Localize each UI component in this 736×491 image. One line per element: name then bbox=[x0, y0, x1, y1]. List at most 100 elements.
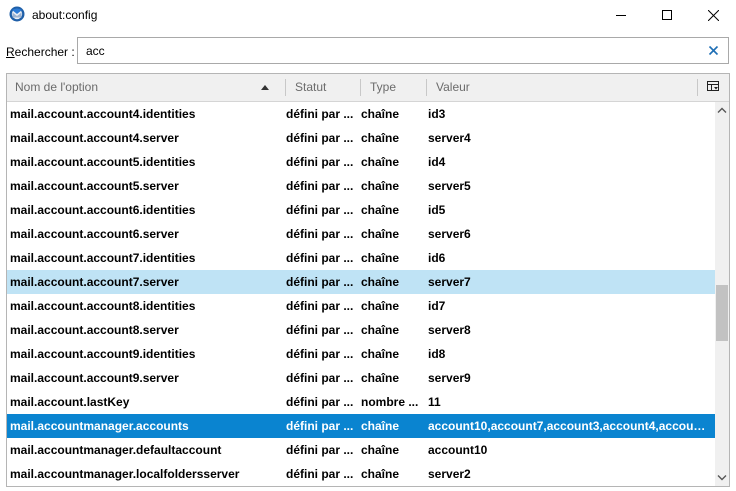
type-cell: chaîne bbox=[361, 131, 400, 145]
option-name-cell: mail.accountmanager.localfoldersserver bbox=[10, 467, 240, 481]
close-icon bbox=[707, 9, 719, 21]
option-name-cell: mail.account.account7.identities bbox=[10, 251, 196, 265]
scroll-down-arrow-icon[interactable] bbox=[717, 474, 727, 482]
value-cell: 11 bbox=[428, 395, 441, 409]
table-row[interactable]: mail.account.account7.identities défini p… bbox=[7, 246, 715, 270]
table-row[interactable]: mail.account.account6.server défini par .… bbox=[7, 222, 715, 246]
table-row[interactable]: mail.account.account5.identities défini p… bbox=[7, 150, 715, 174]
table-row[interactable]: mail.accountmanager.defaultaccount défini… bbox=[7, 438, 715, 462]
table-row[interactable]: mail.account.account9.server défini par .… bbox=[7, 366, 715, 390]
column-separator[interactable] bbox=[426, 79, 427, 96]
type-cell: nombre ... bbox=[361, 395, 419, 409]
search-box[interactable] bbox=[77, 37, 729, 64]
value-cell: server8 bbox=[428, 323, 471, 337]
tree-rows: mail.account.account4.identities défini p… bbox=[7, 102, 715, 486]
type-cell: chaîne bbox=[361, 443, 400, 457]
status-cell: défini par ... bbox=[286, 443, 354, 457]
table-row[interactable]: mail.account.account9.identities défini p… bbox=[7, 342, 715, 366]
search-label: Rechercher : bbox=[6, 45, 75, 59]
scrollbar-thumb[interactable] bbox=[716, 285, 728, 341]
type-cell: chaîne bbox=[361, 227, 400, 241]
search-row: Rechercher : bbox=[0, 36, 736, 66]
maximize-button[interactable] bbox=[644, 0, 690, 30]
option-name-cell: mail.account.account4.server bbox=[10, 131, 179, 145]
type-cell: chaîne bbox=[361, 419, 400, 433]
table-row[interactable]: mail.account.account8.server défini par .… bbox=[7, 318, 715, 342]
sort-ascending-icon bbox=[261, 85, 269, 90]
vertical-scrollbar[interactable] bbox=[715, 102, 729, 486]
type-cell: chaîne bbox=[361, 275, 400, 289]
value-cell: id6 bbox=[428, 251, 446, 265]
value-cell: id3 bbox=[428, 107, 446, 121]
status-cell: défini par ... bbox=[286, 467, 354, 481]
option-name-cell: mail.account.lastKey bbox=[10, 395, 130, 409]
column-header-name-label: Nom de l'option bbox=[15, 80, 99, 94]
status-cell: défini par ... bbox=[286, 419, 354, 433]
column-separator[interactable] bbox=[697, 79, 698, 96]
thunderbird-icon bbox=[9, 6, 25, 22]
tree-header: Nom de l'option Statut Type Valeur bbox=[7, 74, 729, 102]
value-cell: id8 bbox=[428, 347, 446, 361]
value-cell: server4 bbox=[428, 131, 471, 145]
value-cell: id5 bbox=[428, 203, 446, 217]
type-cell: chaîne bbox=[361, 299, 400, 313]
search-input[interactable] bbox=[86, 43, 686, 59]
close-button[interactable] bbox=[690, 0, 736, 30]
status-cell: défini par ... bbox=[286, 275, 354, 289]
status-cell: défini par ... bbox=[286, 179, 354, 193]
config-tree: Nom de l'option Statut Type Valeur mail.… bbox=[6, 73, 730, 487]
type-cell: chaîne bbox=[361, 251, 400, 265]
option-name-cell: mail.account.account9.server bbox=[10, 371, 179, 385]
status-cell: défini par ... bbox=[286, 155, 354, 169]
minimize-icon bbox=[616, 15, 626, 16]
status-cell: défini par ... bbox=[286, 371, 354, 385]
table-row[interactable]: mail.account.account4.identities défini p… bbox=[7, 102, 715, 126]
type-cell: chaîne bbox=[361, 467, 400, 481]
value-cell: id4 bbox=[428, 155, 446, 169]
table-row[interactable]: mail.accountmanager.accounts défini par .… bbox=[7, 414, 715, 438]
minimize-button[interactable] bbox=[598, 0, 644, 30]
table-row[interactable]: mail.account.account4.server défini par .… bbox=[7, 126, 715, 150]
table-row[interactable]: mail.account.account5.server défini par .… bbox=[7, 174, 715, 198]
clear-x-icon[interactable] bbox=[707, 44, 720, 57]
value-cell: server7 bbox=[428, 275, 471, 289]
type-cell: chaîne bbox=[361, 179, 400, 193]
table-row[interactable]: mail.account.account7.server défini par .… bbox=[7, 270, 715, 294]
column-header-status-label: Statut bbox=[295, 80, 327, 94]
type-cell: chaîne bbox=[361, 155, 400, 169]
option-name-cell: mail.account.account5.server bbox=[10, 179, 179, 193]
table-row[interactable]: mail.accountmanager.localfoldersserver dé… bbox=[7, 462, 715, 486]
value-cell: server5 bbox=[428, 179, 471, 193]
column-header-value[interactable]: Valeur bbox=[428, 74, 696, 101]
column-separator[interactable] bbox=[360, 79, 361, 96]
value-cell: server6 bbox=[428, 227, 471, 241]
option-name-cell: mail.account.account5.identities bbox=[10, 155, 196, 169]
option-name-cell: mail.account.account4.identities bbox=[10, 107, 196, 121]
type-cell: chaîne bbox=[361, 323, 400, 337]
column-picker-icon[interactable] bbox=[707, 81, 719, 93]
column-separator[interactable] bbox=[285, 79, 286, 96]
maximize-icon bbox=[662, 10, 672, 20]
table-row[interactable]: mail.account.lastKey défini par ... nombre… bbox=[7, 390, 715, 414]
option-name-cell: mail.account.account8.identities bbox=[10, 299, 196, 313]
column-header-name[interactable]: Nom de l'option bbox=[7, 74, 285, 101]
title-bar: about:config bbox=[0, 0, 736, 30]
option-name-cell: mail.account.account9.identities bbox=[10, 347, 196, 361]
type-cell: chaîne bbox=[361, 347, 400, 361]
option-name-cell: mail.account.account6.server bbox=[10, 227, 179, 241]
table-row[interactable]: mail.account.account8.identities défini p… bbox=[7, 294, 715, 318]
column-header-type-label: Type bbox=[370, 80, 397, 94]
table-row[interactable]: mail.account.account6.identities défini p… bbox=[7, 198, 715, 222]
scroll-up-arrow-icon[interactable] bbox=[717, 106, 727, 114]
value-cell: server9 bbox=[428, 371, 471, 385]
status-cell: défini par ... bbox=[286, 227, 354, 241]
option-name-cell: mail.accountmanager.defaultaccount bbox=[10, 443, 222, 457]
column-header-status[interactable]: Statut bbox=[287, 74, 360, 101]
type-cell: chaîne bbox=[361, 371, 400, 385]
value-cell: server2 bbox=[428, 467, 471, 481]
status-cell: défini par ... bbox=[286, 107, 354, 121]
type-cell: chaîne bbox=[361, 107, 400, 121]
status-cell: défini par ... bbox=[286, 203, 354, 217]
column-header-value-label: Valeur bbox=[436, 80, 470, 94]
column-header-type[interactable]: Type bbox=[362, 74, 426, 101]
